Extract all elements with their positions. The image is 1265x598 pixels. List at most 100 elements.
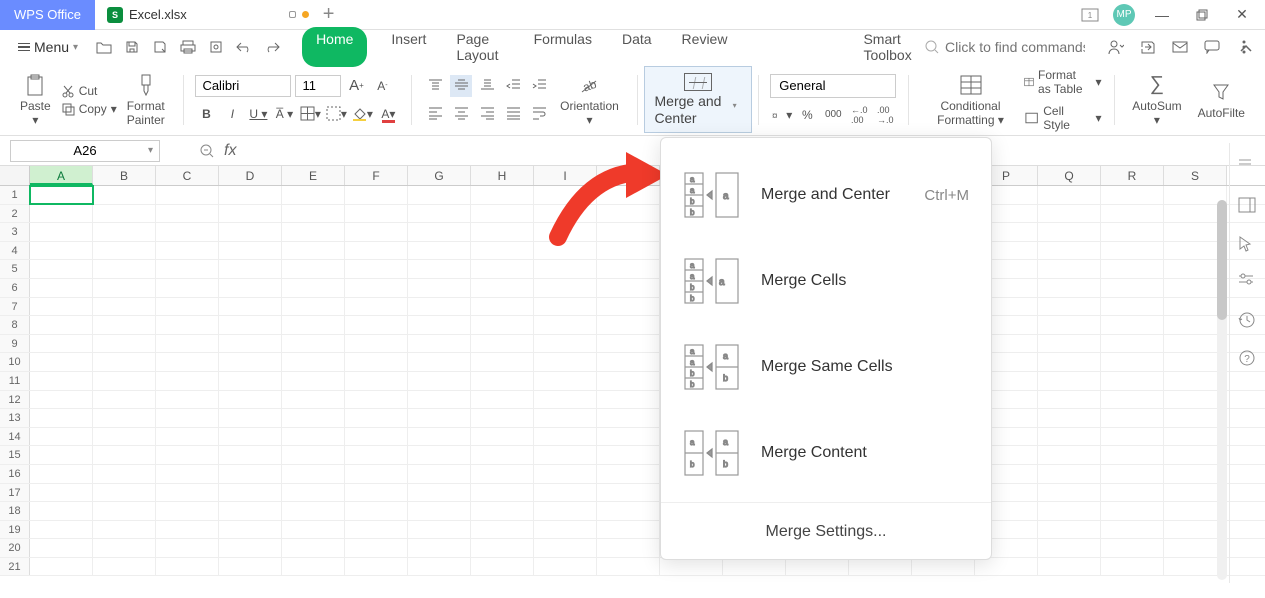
cell-A19[interactable]	[30, 521, 93, 539]
save-icon[interactable]	[122, 37, 142, 57]
cell-R19[interactable]	[1101, 521, 1164, 539]
cell-B11[interactable]	[93, 372, 156, 390]
cell-Q15[interactable]	[1038, 446, 1101, 464]
cell-G13[interactable]	[408, 409, 471, 427]
cell-H19[interactable]	[471, 521, 534, 539]
cell-I20[interactable]	[534, 539, 597, 557]
cell-B8[interactable]	[93, 316, 156, 334]
cell-C15[interactable]	[156, 446, 219, 464]
font-overline-icon[interactable]: A̅ ▾	[273, 103, 295, 125]
cell-A17[interactable]	[30, 484, 93, 502]
col-header-S[interactable]: S	[1164, 166, 1227, 185]
cell-Q18[interactable]	[1038, 502, 1101, 520]
cell-G6[interactable]	[408, 279, 471, 297]
cell-G12[interactable]	[408, 391, 471, 409]
cell-R17[interactable]	[1101, 484, 1164, 502]
merge-content-item[interactable]: abab Merge Content	[661, 410, 991, 496]
bold-icon[interactable]: B	[195, 103, 217, 125]
cell-A15[interactable]	[30, 446, 93, 464]
cell-A6[interactable]	[30, 279, 93, 297]
name-box[interactable]: A26	[10, 140, 160, 162]
format-as-table-button[interactable]: Format as Table ▾	[1024, 68, 1102, 96]
percent-icon[interactable]: %	[796, 104, 818, 126]
cell-C10[interactable]	[156, 353, 219, 371]
cell-I5[interactable]	[534, 260, 597, 278]
increase-indent-icon[interactable]	[528, 75, 550, 97]
cell-C11[interactable]	[156, 372, 219, 390]
cell-J14[interactable]	[597, 428, 660, 446]
cell-I7[interactable]	[534, 298, 597, 316]
copy-button[interactable]: Copy ▾	[61, 102, 117, 116]
cell-E4[interactable]	[282, 242, 345, 260]
align-center-icon[interactable]	[450, 103, 472, 125]
history-icon[interactable]	[1238, 311, 1258, 331]
cell-C14[interactable]	[156, 428, 219, 446]
decrease-font-icon[interactable]: A-	[371, 75, 393, 97]
cell-R10[interactable]	[1101, 353, 1164, 371]
grid-handle-icon[interactable]	[1238, 159, 1258, 179]
comma-icon[interactable]: 000	[822, 104, 844, 126]
cell-E10[interactable]	[282, 353, 345, 371]
font-size-select[interactable]	[295, 75, 341, 97]
cell-D21[interactable]	[219, 558, 282, 576]
merge-and-center-item[interactable]: aabba Merge and Center Ctrl+M	[661, 152, 991, 238]
tab-insert[interactable]: Insert	[385, 27, 432, 67]
cell-A20[interactable]	[30, 539, 93, 557]
cell-E2[interactable]	[282, 205, 345, 223]
cell-P21[interactable]	[975, 558, 1038, 576]
app-tab[interactable]: WPS Office	[0, 0, 95, 30]
row-header-12[interactable]: 12	[0, 391, 30, 409]
fx-label[interactable]: fx	[224, 142, 236, 160]
cell-H17[interactable]	[471, 484, 534, 502]
cell-D20[interactable]	[219, 539, 282, 557]
scrollbar-thumb[interactable]	[1217, 200, 1227, 320]
cell-E15[interactable]	[282, 446, 345, 464]
properties-panel-icon[interactable]	[1238, 197, 1258, 217]
cell-D7[interactable]	[219, 298, 282, 316]
fill-color-icon[interactable]: ▾	[351, 103, 373, 125]
cell-F10[interactable]	[345, 353, 408, 371]
cell-H13[interactable]	[471, 409, 534, 427]
underline-icon[interactable]: U ▾	[247, 103, 269, 125]
cell-H16[interactable]	[471, 465, 534, 483]
row-header-3[interactable]: 3	[0, 223, 30, 241]
cell-R8[interactable]	[1101, 316, 1164, 334]
cell-J8[interactable]	[597, 316, 660, 334]
cell-G21[interactable]	[408, 558, 471, 576]
cell-J21[interactable]	[597, 558, 660, 576]
cell-Q13[interactable]	[1038, 409, 1101, 427]
cell-F17[interactable]	[345, 484, 408, 502]
cell-C17[interactable]	[156, 484, 219, 502]
print-icon[interactable]	[178, 37, 198, 57]
redo-icon[interactable]	[262, 37, 282, 57]
merge-cells-item[interactable]: aabba Merge Cells	[661, 238, 991, 324]
cut-button[interactable]: Cut	[61, 84, 117, 98]
align-right-icon[interactable]	[476, 103, 498, 125]
cell-B5[interactable]	[93, 260, 156, 278]
cell-H11[interactable]	[471, 372, 534, 390]
open-icon[interactable]	[94, 37, 114, 57]
col-header-R[interactable]: R	[1101, 166, 1164, 185]
row-header-16[interactable]: 16	[0, 465, 30, 483]
autosum-button[interactable]: ∑ AutoSum ▾	[1126, 71, 1187, 129]
cell-G15[interactable]	[408, 446, 471, 464]
cell-R16[interactable]	[1101, 465, 1164, 483]
cell-R20[interactable]	[1101, 539, 1164, 557]
cell-Q21[interactable]	[1038, 558, 1101, 576]
cell-H14[interactable]	[471, 428, 534, 446]
chat-icon[interactable]	[1201, 36, 1223, 58]
cell-A16[interactable]	[30, 465, 93, 483]
cell-I21[interactable]	[534, 558, 597, 576]
cell-D8[interactable]	[219, 316, 282, 334]
autofilter-button[interactable]: AutoFilte	[1192, 78, 1251, 122]
cell-I8[interactable]	[534, 316, 597, 334]
cell-R14[interactable]	[1101, 428, 1164, 446]
cell-F8[interactable]	[345, 316, 408, 334]
col-header-A[interactable]: A	[30, 166, 93, 185]
print-preview-icon[interactable]	[206, 37, 226, 57]
tab-page-layout[interactable]: Page Layout	[450, 27, 509, 67]
row-header-18[interactable]: 18	[0, 502, 30, 520]
cell-A1[interactable]	[30, 186, 93, 204]
col-header-G[interactable]: G	[408, 166, 471, 185]
maximize-button[interactable]	[1189, 2, 1215, 28]
